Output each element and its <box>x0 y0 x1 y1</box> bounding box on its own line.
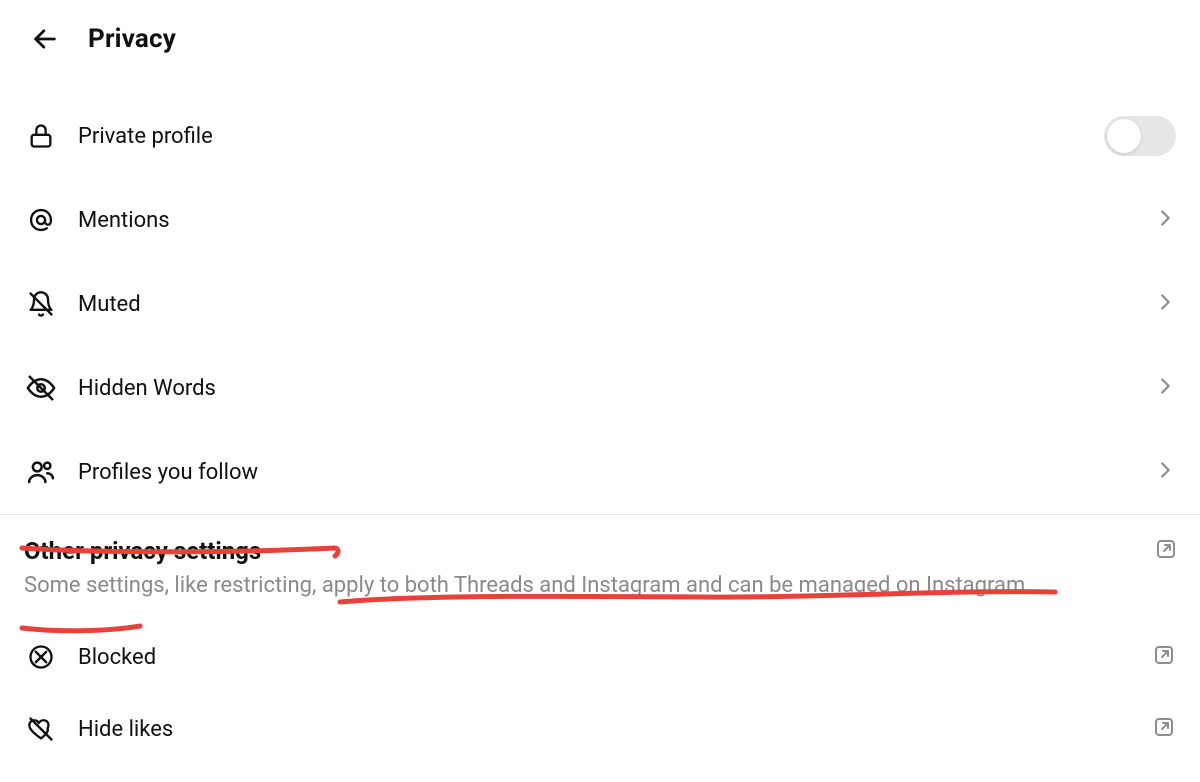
external-link-icon <box>1152 643 1176 671</box>
row-blocked[interactable]: Blocked <box>0 621 1200 693</box>
row-muted[interactable]: Muted <box>0 262 1200 346</box>
settings-list: Private profile Mentions Mute <box>0 94 1200 514</box>
header: Privacy <box>0 0 1200 94</box>
arrow-left-icon <box>31 25 59 53</box>
section-other-privacy[interactable]: Other privacy settings Some settings, li… <box>0 515 1200 603</box>
private-profile-toggle[interactable] <box>1104 116 1176 156</box>
row-hide-likes[interactable]: Hide likes <box>0 693 1200 765</box>
section-title: Other privacy settings <box>24 537 1130 565</box>
row-label: Private profile <box>78 124 1104 149</box>
back-button[interactable] <box>30 24 60 54</box>
row-label: Blocked <box>78 645 1152 670</box>
row-label: Hide likes <box>78 717 1152 742</box>
users-icon <box>26 457 56 487</box>
chevron-right-icon <box>1154 291 1176 317</box>
chevron-right-icon <box>1154 459 1176 485</box>
at-icon <box>26 205 56 235</box>
row-profiles-follow[interactable]: Profiles you follow <box>0 430 1200 514</box>
page-title: Privacy <box>88 24 176 54</box>
row-label: Mentions <box>78 208 1154 233</box>
external-link-icon <box>1152 715 1176 743</box>
toggle-knob <box>1107 119 1141 153</box>
row-private-profile[interactable]: Private profile <box>0 94 1200 178</box>
chevron-right-icon <box>1154 207 1176 233</box>
lock-icon <box>26 121 56 151</box>
heart-off-icon <box>26 714 56 744</box>
bell-off-icon <box>26 289 56 319</box>
chevron-right-icon <box>1154 375 1176 401</box>
row-label: Profiles you follow <box>78 460 1154 485</box>
block-icon <box>26 642 56 672</box>
section-subtitle: Some settings, like restricting, apply t… <box>24 569 1044 603</box>
row-mentions[interactable]: Mentions <box>0 178 1200 262</box>
row-label: Hidden Words <box>78 376 1154 401</box>
external-link-icon <box>1154 537 1178 565</box>
eye-off-icon <box>26 373 56 403</box>
row-label: Muted <box>78 292 1154 317</box>
row-hidden-words[interactable]: Hidden Words <box>0 346 1200 430</box>
